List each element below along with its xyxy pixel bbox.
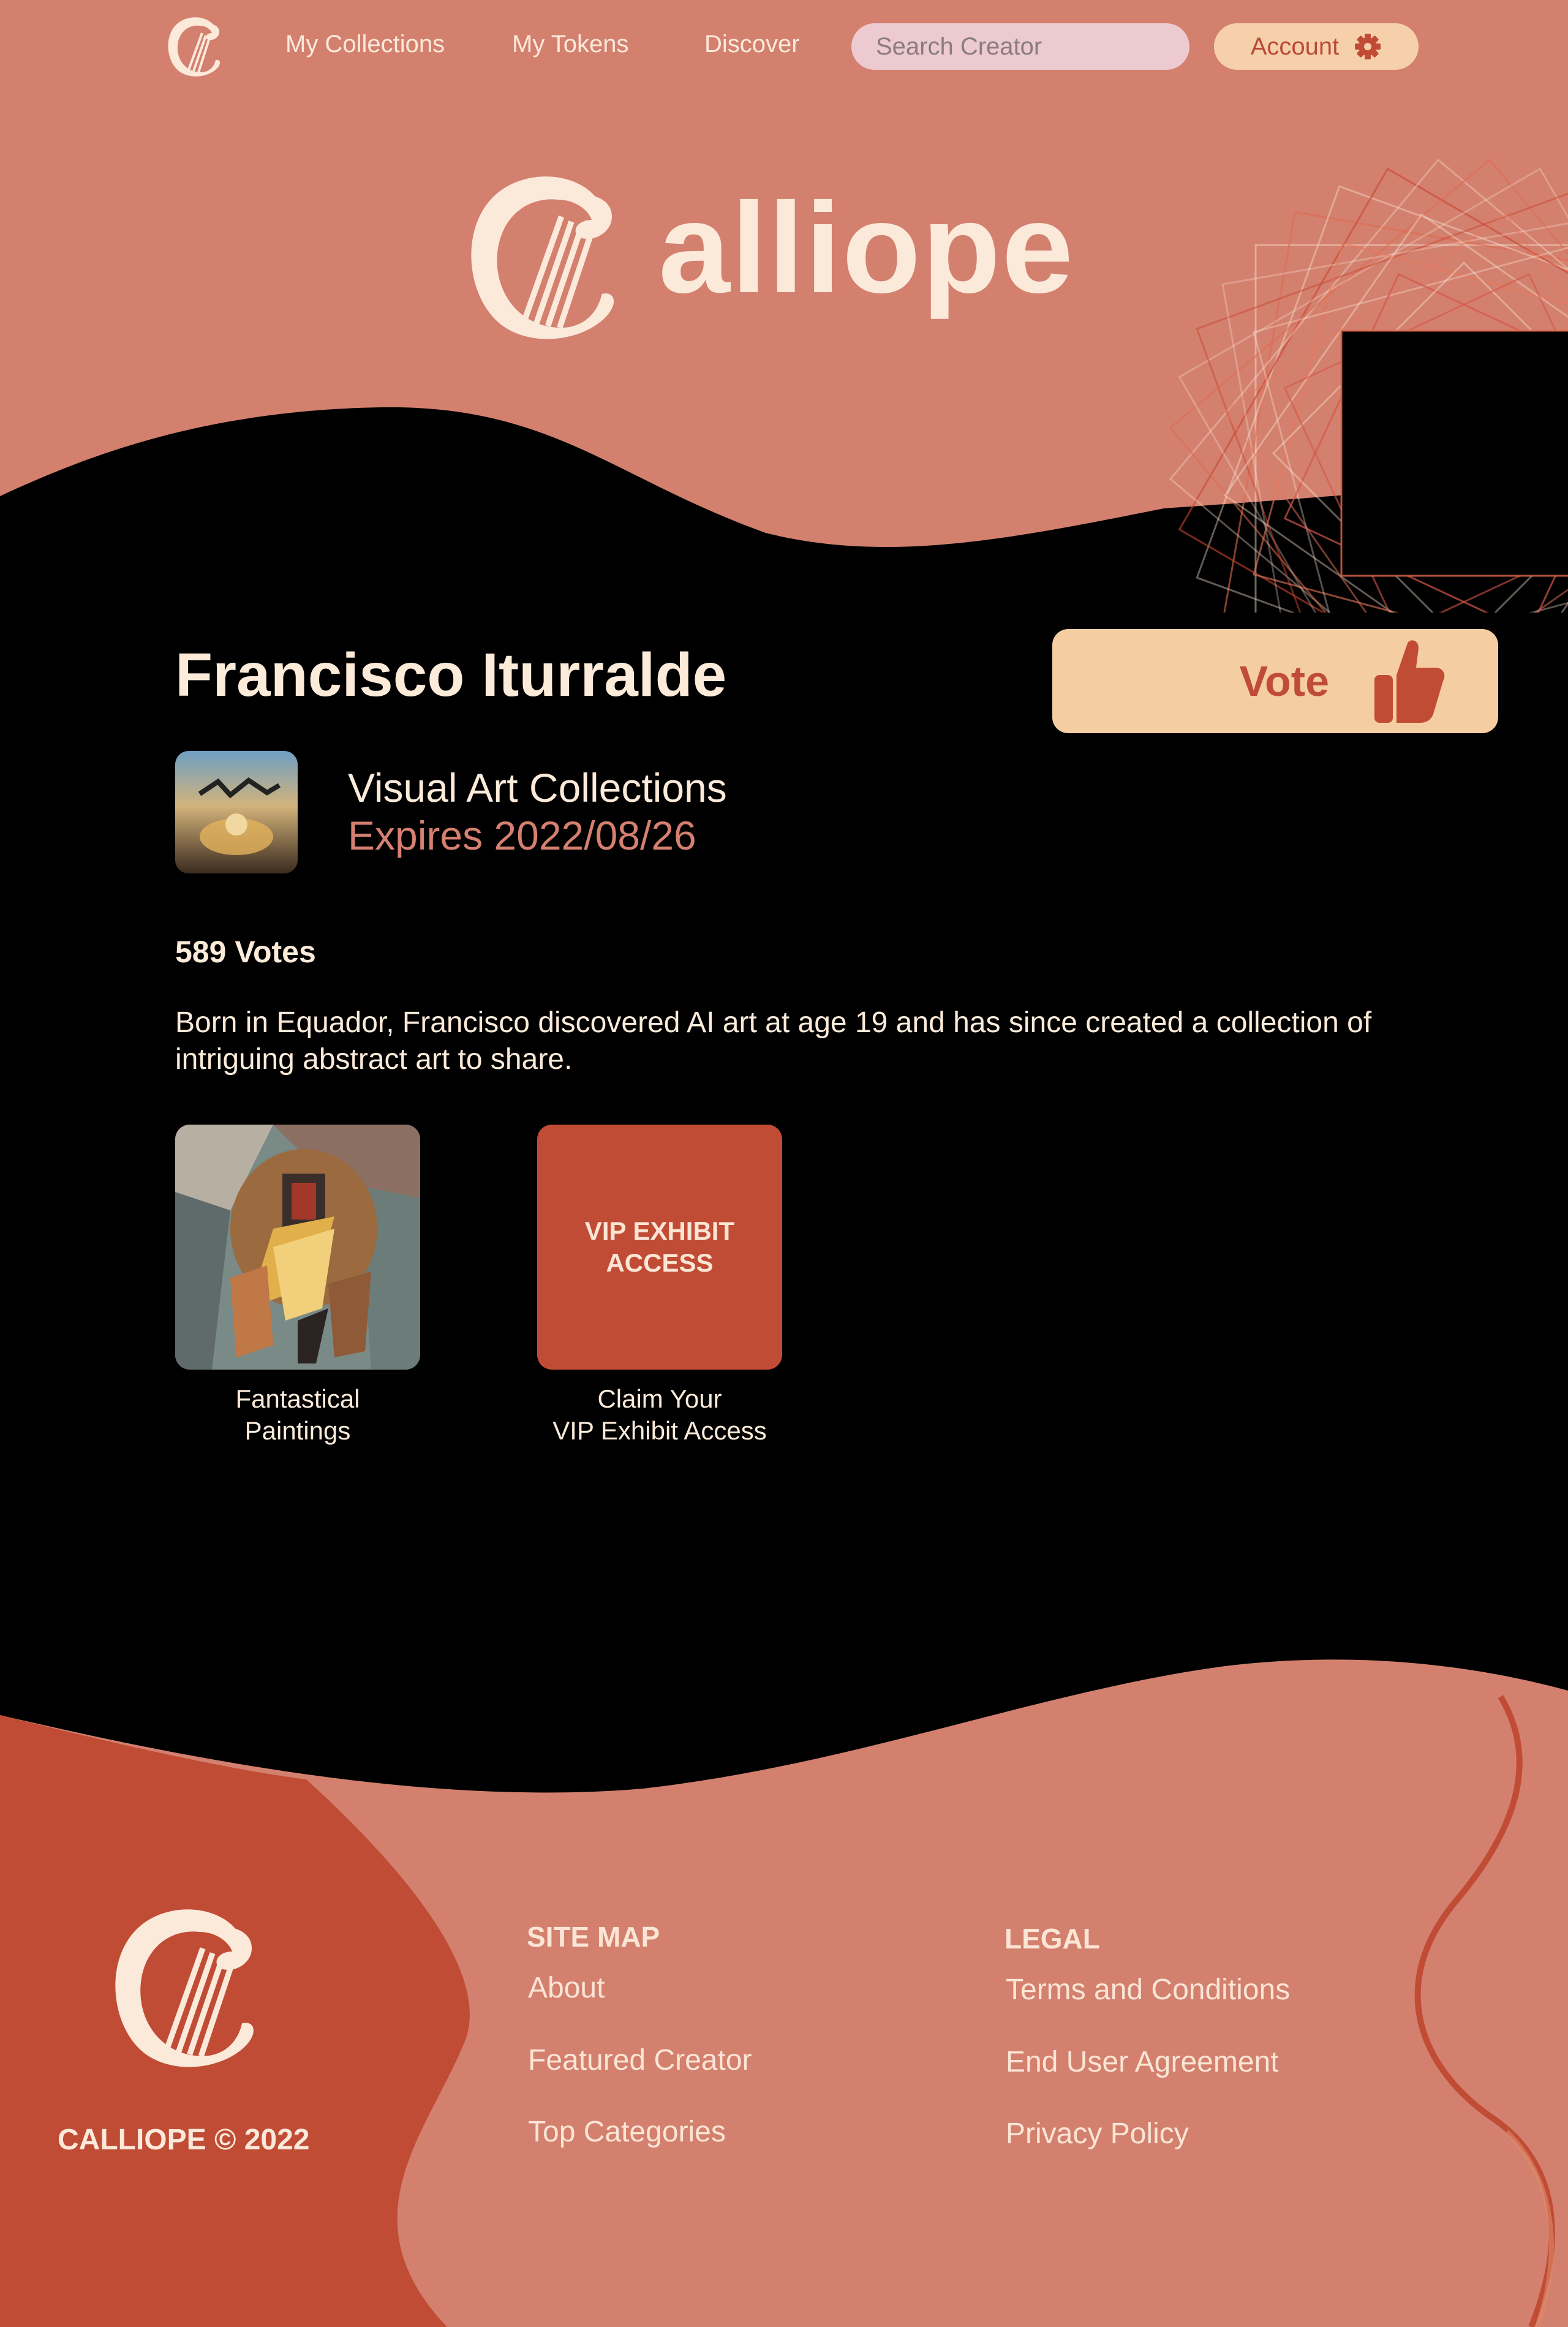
- search-bar: [851, 23, 1191, 70]
- creator-bio: Born in Equador, Francisco discovered AI…: [175, 1006, 1372, 1076]
- account-button[interactable]: Account: [1214, 23, 1419, 70]
- vip-exhibit-caption: Claim Your VIP Exhibit Access: [552, 1384, 767, 1445]
- vip-exhibit-tile-text: VIP EXHIBIT ACCESS: [584, 1216, 735, 1277]
- vote-button[interactable]: Vote: [1052, 629, 1498, 733]
- nav-link-my-collections[interactable]: My Collections: [285, 31, 445, 58]
- account-label: Account: [1250, 32, 1340, 60]
- vote-count: 589 Votes: [175, 935, 316, 969]
- thumbs-up-icon: [1374, 640, 1445, 723]
- calliope-logo-icon[interactable]: [160, 11, 234, 85]
- creator-name: Francisco Iturralde: [175, 641, 727, 709]
- footer-link-privacy[interactable]: Privacy Policy: [1006, 2117, 1189, 2151]
- footer-link-eula[interactable]: End User Agreement: [1006, 2045, 1279, 2079]
- vote-label: Vote: [1239, 657, 1330, 705]
- footer-link-top-categories[interactable]: Top Categories: [528, 2115, 726, 2149]
- footer-link-terms[interactable]: Terms and Conditions: [1006, 1973, 1290, 2007]
- gear-icon: [1355, 34, 1381, 59]
- collection-thumbnail[interactable]: [175, 751, 298, 873]
- search-input[interactable]: [876, 32, 1191, 61]
- footer-link-featured-creator[interactable]: Featured Creator: [528, 2043, 752, 2077]
- collection-title: Visual Art Collections: [348, 765, 727, 810]
- harp-c-icon: [471, 176, 614, 339]
- hero-brand-logo: alliope: [447, 159, 1096, 361]
- copyright-text: CALLIOPE © 2022: [58, 2124, 310, 2156]
- legal-heading: LEGAL: [1005, 1923, 1100, 1955]
- fantastical-paintings-card[interactable]: [175, 1125, 420, 1370]
- footer-harp-logo-icon: [115, 1909, 254, 2067]
- collection-expiry: Expires 2022/08/26: [348, 813, 696, 858]
- nav-link-discover[interactable]: Discover: [704, 31, 800, 58]
- hero-brand-text: alliope: [658, 176, 1075, 320]
- vip-exhibit-card[interactable]: VIP EXHIBIT ACCESS: [537, 1125, 782, 1370]
- nav-link-my-tokens[interactable]: My Tokens: [512, 31, 628, 58]
- painting-image: [175, 1125, 420, 1370]
- sitemap-heading: SITE MAP: [527, 1921, 660, 1953]
- fantastical-paintings-caption: Fantastical Paintings: [235, 1384, 360, 1445]
- footer-link-about[interactable]: About: [528, 1971, 605, 2005]
